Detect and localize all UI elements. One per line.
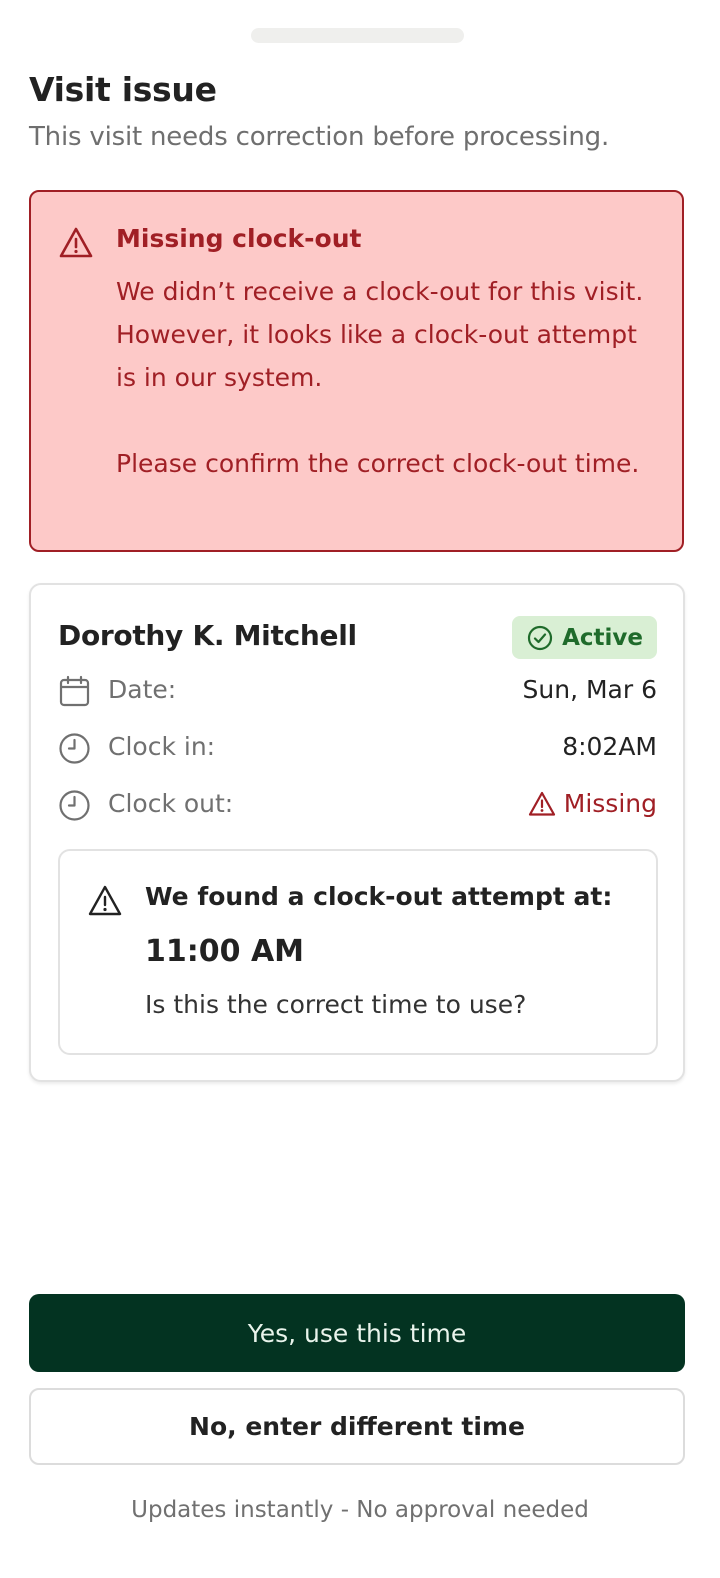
use-this-time-button[interactable]: Yes, use this time bbox=[29, 1294, 685, 1372]
date-row: Date: Sun, Mar 6 bbox=[58, 671, 657, 711]
sheet-subtitle: This visit needs correction before proce… bbox=[29, 122, 610, 152]
status-label: Active bbox=[562, 624, 643, 651]
status-badge: Active bbox=[512, 616, 657, 659]
date-value: Sun, Mar 6 bbox=[522, 675, 657, 704]
attempt-time: 11:00 AM bbox=[145, 934, 305, 969]
alert-body: We didn’t receive a clock-out for this v… bbox=[116, 277, 644, 478]
clock-out-value: Missing bbox=[528, 789, 657, 818]
clock-in-value: 8:02AM bbox=[562, 732, 657, 761]
warning-triangle-icon bbox=[59, 227, 93, 258]
date-label: Date: bbox=[108, 675, 177, 704]
footnote: Updates instantly - No approval needed bbox=[131, 1497, 589, 1523]
client-name: Dorothy K. Mitchell bbox=[58, 619, 357, 652]
enter-different-time-button[interactable]: No, enter different time bbox=[29, 1388, 685, 1465]
missing-label: Missing bbox=[563, 789, 657, 818]
clock-out-label: Clock out: bbox=[108, 789, 234, 818]
drag-handle[interactable] bbox=[251, 28, 464, 43]
attempt-title: We found a clock-out attempt at: bbox=[145, 882, 613, 911]
clock-out-row: Clock out: Missing bbox=[58, 785, 657, 825]
visit-card: Dorothy K. Mitchell Active Date: Sun, Ma… bbox=[29, 583, 685, 1082]
clock-in-label: Clock in: bbox=[108, 732, 216, 761]
alert-title: Missing clock-out bbox=[116, 224, 362, 253]
missing-clockout-alert: Missing clock-out We didn’t receive a cl… bbox=[29, 190, 684, 552]
clock-icon bbox=[59, 790, 90, 821]
warning-triangle-icon bbox=[88, 885, 122, 916]
check-circle-icon bbox=[527, 625, 553, 650]
clock-icon bbox=[59, 733, 90, 764]
clockout-attempt-box: We found a clock-out attempt at: 11:00 A… bbox=[58, 849, 658, 1055]
sheet-title: Visit issue bbox=[29, 70, 217, 109]
calendar-icon bbox=[59, 675, 90, 707]
attempt-question: Is this the correct time to use? bbox=[145, 990, 527, 1019]
clock-in-row: Clock in: 8:02AM bbox=[58, 728, 657, 768]
warning-triangle-icon bbox=[528, 791, 555, 816]
